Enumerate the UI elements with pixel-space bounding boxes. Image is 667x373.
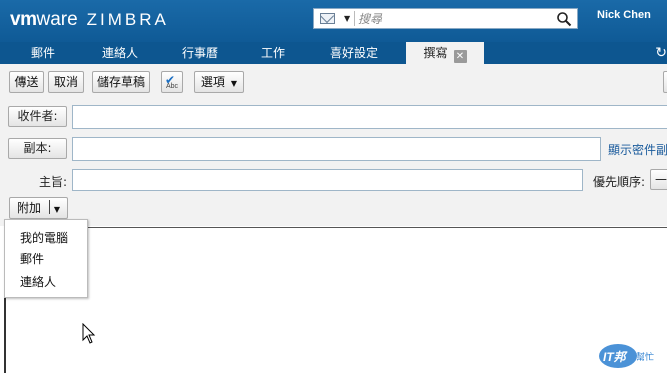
priority-label: 優先順序: — [593, 175, 646, 189]
logo-vm: vm — [10, 9, 37, 30]
search-box[interactable]: ▼ — [313, 8, 578, 29]
vmware-zimbra-logo: vmware ZIMBRA — [10, 9, 169, 31]
attach-button[interactable]: 附加 ▼ — [9, 197, 68, 219]
send-button[interactable]: 傳送 — [9, 71, 44, 93]
spell-check-button[interactable]: ✔ Abc — [161, 71, 183, 93]
subject-label: 主旨: — [39, 175, 68, 189]
tab-contacts[interactable]: 連絡人 — [86, 42, 154, 64]
show-bcc-link[interactable]: 顯示密件副 — [608, 141, 667, 158]
tab-tasks[interactable]: 工作 — [248, 42, 298, 64]
mail-search-type-icon[interactable] — [320, 13, 335, 24]
cc-field[interactable] — [72, 137, 601, 161]
to-field[interactable] — [72, 105, 667, 129]
app-header: vmware ZIMBRA ▼ Nick Chen — [0, 0, 667, 42]
spell-check-abc: Abc — [166, 83, 179, 90]
logo-zimbra: ZIMBRA — [86, 10, 169, 29]
chevron-down-icon[interactable]: ▼ — [54, 205, 60, 214]
chevron-down-icon: ▼ — [230, 79, 238, 88]
attach-label: 附加 — [17, 201, 42, 215]
tab-compose[interactable]: 撰寫 ✕ — [406, 42, 484, 64]
attach-dropdown-menu: 我的電腦 郵件 連絡人 — [4, 219, 88, 298]
app-tab-bar: 郵件 連絡人 行事曆 工作 喜好設定 撰寫 ✕ — [0, 42, 667, 64]
cc-address-button[interactable]: 副本: — [8, 138, 67, 159]
logo-ware: ware — [36, 9, 78, 30]
ithome-watermark-logo: IT邦 幫忙 — [599, 344, 654, 368]
tab-preferences[interactable]: 喜好設定 — [310, 42, 398, 64]
close-icon[interactable]: ✕ — [453, 50, 467, 63]
save-draft-button[interactable]: 儲存草稿 — [92, 71, 150, 93]
search-icon[interactable] — [556, 11, 572, 27]
watermark-text-it: IT邦 — [603, 350, 629, 364]
mouse-cursor-icon — [82, 323, 96, 344]
tab-calendar[interactable]: 行事曆 — [166, 42, 234, 64]
chevron-down-icon[interactable]: ▼ — [344, 14, 350, 23]
priority-dropdown[interactable]: — — [650, 169, 667, 190]
menu-item-mail[interactable]: 郵件 — [20, 250, 44, 267]
message-body-editor[interactable] — [4, 227, 667, 373]
tab-mail[interactable]: 郵件 — [14, 42, 72, 64]
tab-compose-label: 撰寫 — [423, 46, 448, 60]
menu-item-my-computer[interactable]: 我的電腦 — [20, 229, 68, 246]
user-name[interactable]: Nick Chen — [597, 9, 651, 21]
to-address-button[interactable]: 收件者: — [8, 106, 67, 127]
cancel-button[interactable]: 取消 — [48, 71, 84, 93]
subject-field[interactable] — [72, 169, 583, 191]
menu-item-contacts[interactable]: 連絡人 — [20, 273, 56, 290]
search-input[interactable] — [358, 10, 553, 27]
watermark-text-help: 幫忙 — [636, 351, 654, 363]
refresh-icon[interactable]: ↻ — [655, 45, 667, 61]
toolbar-overflow-button[interactable] — [663, 71, 667, 93]
options-button[interactable]: 選項 ▼ — [194, 71, 244, 93]
options-label: 選項 — [200, 75, 225, 89]
